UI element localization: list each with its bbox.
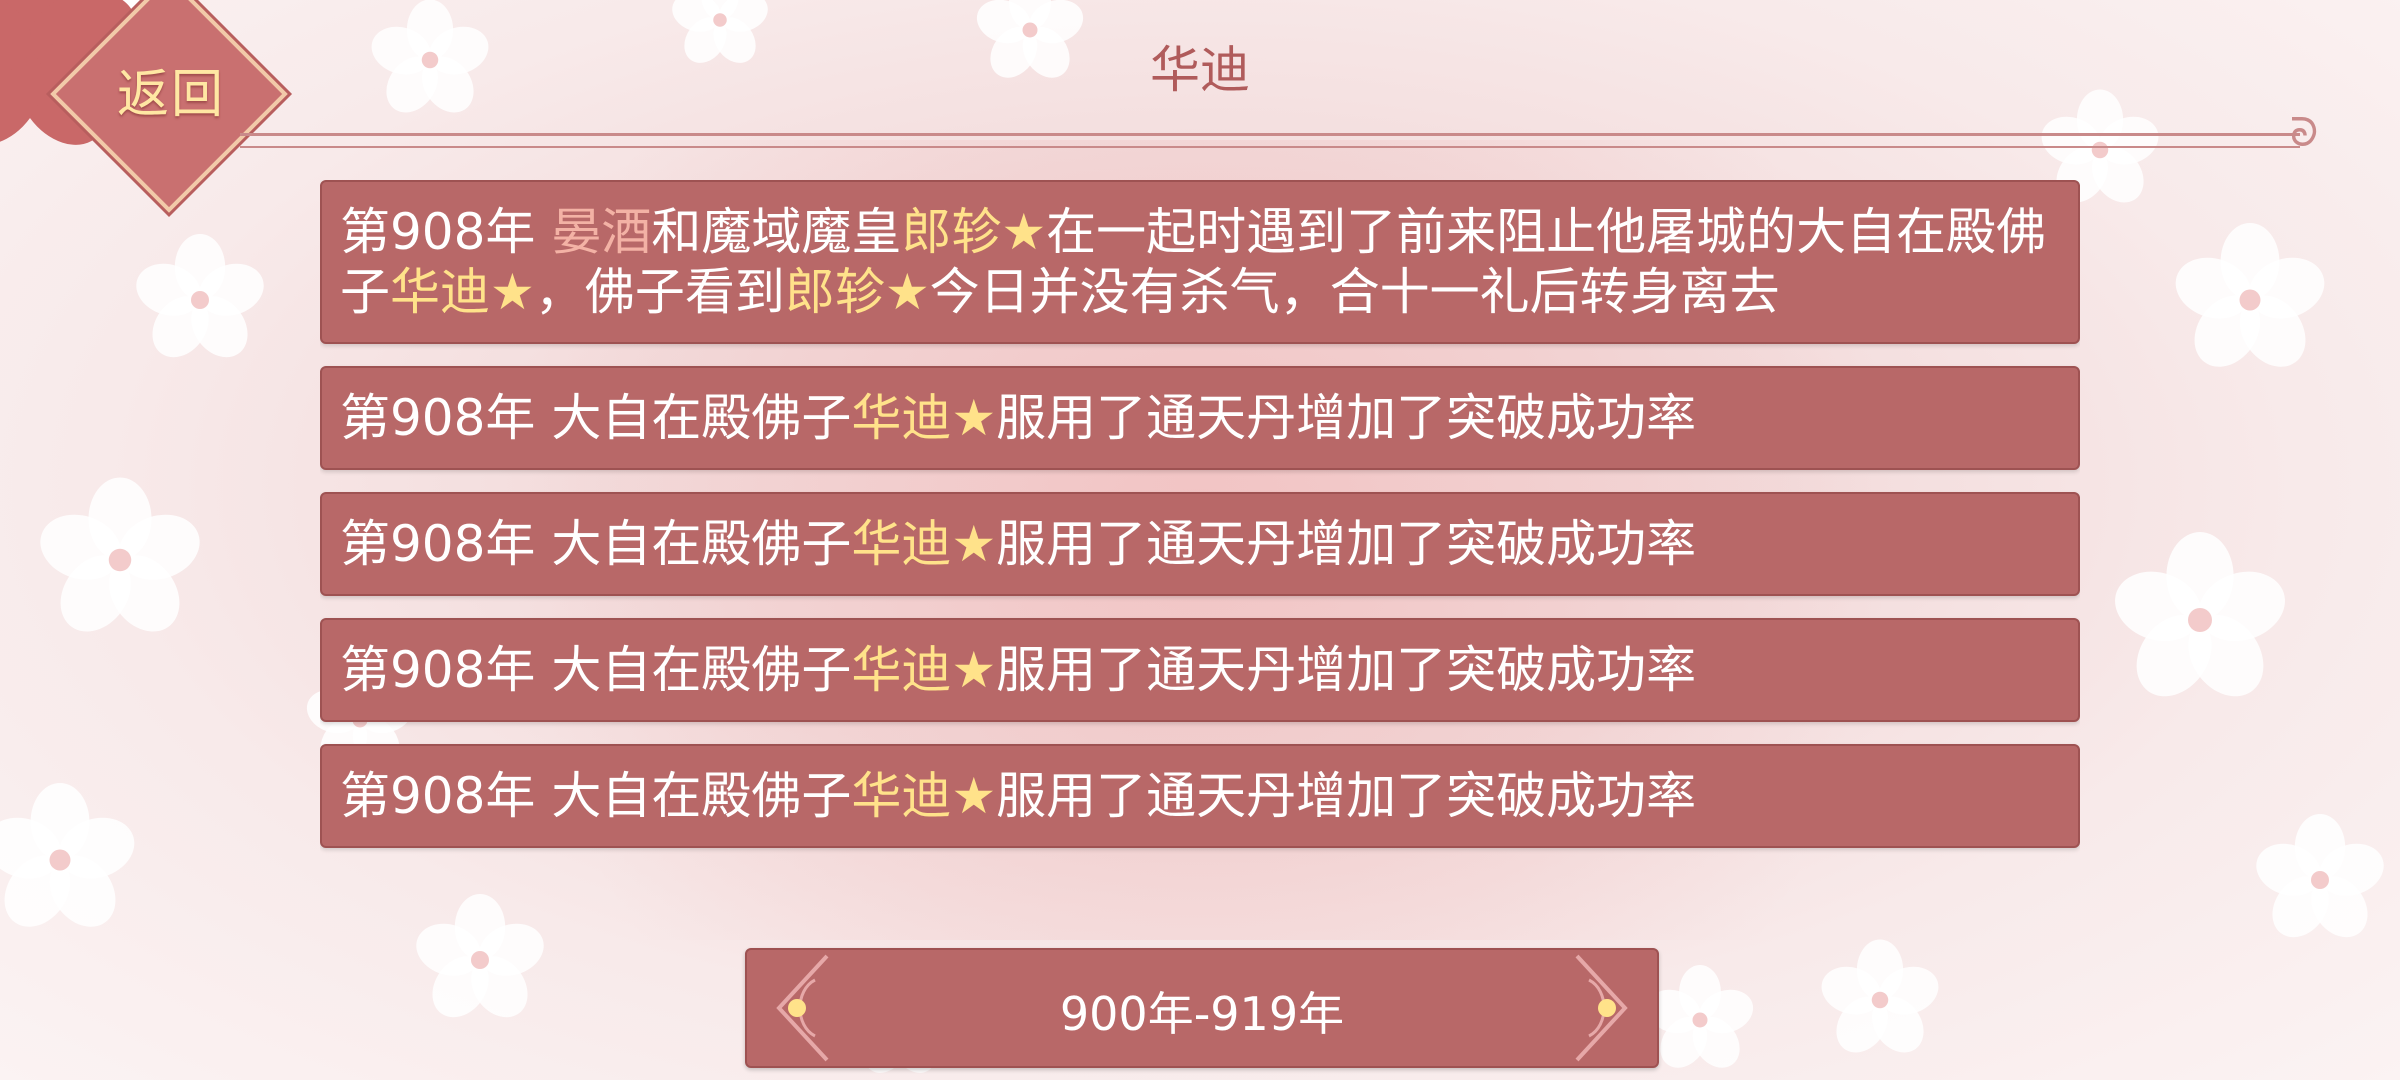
blossom-decoration bbox=[2256, 814, 2384, 938]
star-icon: ★ bbox=[951, 515, 997, 573]
event-text-segment: 第908年 大自在殿佛子 bbox=[340, 767, 852, 825]
event-text-segment: 华迪 bbox=[851, 641, 952, 699]
blossom-decoration bbox=[136, 234, 264, 358]
event-text-segment: 服用了通天丹增加了突破成功率 bbox=[996, 641, 1697, 699]
blossom-decoration bbox=[1821, 939, 1939, 1053]
event-text-segment: 郎轸 bbox=[784, 263, 885, 321]
event-card: 第908年 大自在殿佛子华迪★服用了通天丹增加了突破成功率 bbox=[320, 366, 2080, 470]
event-text-segment: 和魔域魔皇 bbox=[651, 203, 902, 261]
star-icon: ★ bbox=[490, 263, 535, 321]
year-range-label: 900年-919年 bbox=[1059, 987, 1345, 1041]
page-title: 华迪 bbox=[1150, 41, 1250, 99]
event-text-segment: 今日并没有杀气，合十一礼后转身离去 bbox=[929, 263, 1780, 321]
event-text-segment: 第908年 大自在殿佛子 bbox=[340, 641, 852, 699]
ornate-right-arrow-icon[interactable] bbox=[1559, 950, 1639, 1066]
event-text-segment: 华迪 bbox=[851, 389, 952, 447]
event-text-segment: 服用了通天丹增加了突破成功率 bbox=[996, 767, 1697, 825]
event-card: 第908年 大自在殿佛子华迪★服用了通天丹增加了突破成功率 bbox=[320, 618, 2080, 722]
title-divider bbox=[240, 133, 2300, 148]
event-text-segment: 第908年 大自在殿佛子 bbox=[340, 515, 852, 573]
blossom-decoration bbox=[2115, 532, 2285, 697]
event-text-segment: 华迪 bbox=[390, 263, 490, 321]
event-card: 第908年 晏酒和魔域魔皇郎轸★在一起时遇到了前来阻止他屠城的大自在殿佛子华迪★… bbox=[320, 180, 2080, 344]
star-icon: ★ bbox=[1001, 203, 1047, 261]
event-text-segment: 服用了通天丹增加了突破成功率 bbox=[996, 389, 1697, 447]
blossom-decoration bbox=[416, 894, 544, 1018]
event-text-segment: 华迪 bbox=[851, 767, 952, 825]
event-card: 第908年 大自在殿佛子华迪★服用了通天丹增加了突破成功率 bbox=[320, 744, 2080, 848]
blossom-decoration bbox=[0, 783, 135, 927]
event-text-segment: 晏酒 bbox=[551, 203, 652, 261]
event-text-segment: ，佛子看到 bbox=[534, 263, 785, 321]
star-icon: ★ bbox=[951, 389, 997, 447]
event-text-segment: 华迪 bbox=[851, 515, 952, 573]
event-text-segment: 服用了通天丹增加了突破成功率 bbox=[996, 515, 1697, 573]
event-text-segment: 第908年 大自在殿佛子 bbox=[340, 389, 852, 447]
year-range-pager: 900年-919年 bbox=[745, 948, 1659, 1068]
blossom-decoration bbox=[40, 477, 200, 632]
event-log-list[interactable]: 第908年 晏酒和魔域魔皇郎轸★在一起时遇到了前来阻止他屠城的大自在殿佛子华迪★… bbox=[320, 180, 2080, 912]
star-icon: ★ bbox=[951, 641, 997, 699]
star-icon: ★ bbox=[951, 767, 997, 825]
divider-scroll-ornament-icon: ᘐ bbox=[2290, 110, 2319, 156]
star-icon: ★ bbox=[884, 263, 930, 321]
blossom-decoration bbox=[2175, 223, 2325, 367]
event-text-segment: 郎轸 bbox=[901, 203, 1002, 261]
event-card: 第908年 大自在殿佛子华迪★服用了通天丹增加了突破成功率 bbox=[320, 492, 2080, 596]
event-text-segment: 第908年 bbox=[340, 203, 552, 261]
